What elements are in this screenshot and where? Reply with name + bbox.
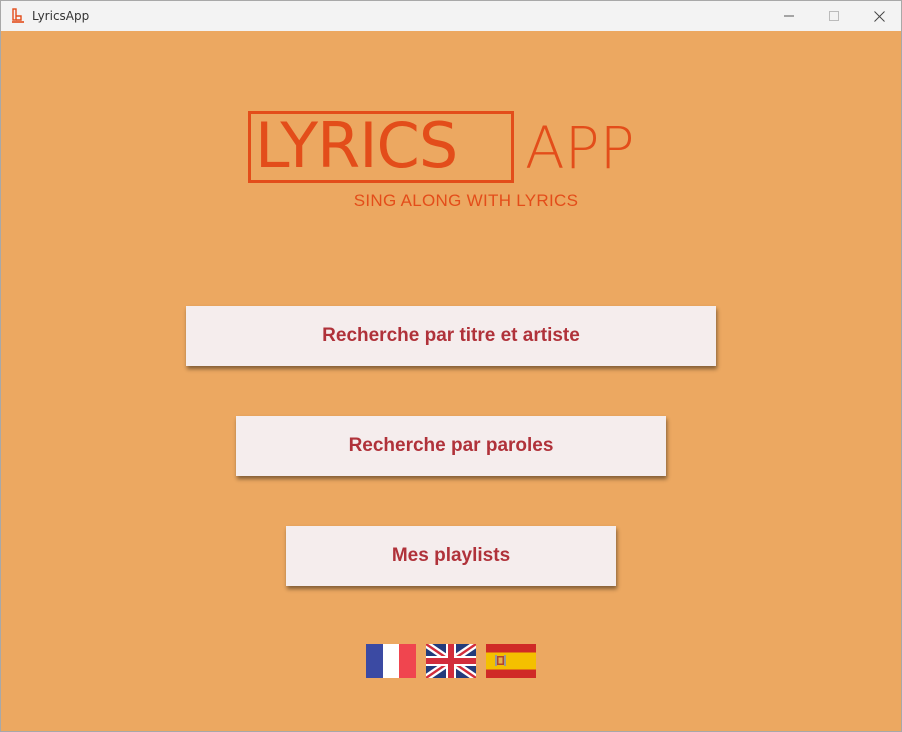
minimize-button[interactable] xyxy=(766,1,812,31)
title-bar[interactable]: LyricsApp xyxy=(1,1,901,31)
logo-text: LYRICS xyxy=(255,109,458,182)
maximize-button[interactable] xyxy=(811,1,857,31)
france-flag-icon[interactable] xyxy=(366,644,416,678)
search-title-artist-button[interactable]: Recherche par titre et artiste xyxy=(186,306,716,366)
maximize-icon xyxy=(829,11,839,21)
app-window: LyricsApp LYRICS APP SING ALONG WITH LYR… xyxy=(0,0,902,732)
main-content: LYRICS APP SING ALONG WITH LYRICS Recher… xyxy=(1,31,901,731)
uk-flag-icon[interactable] xyxy=(426,644,476,678)
search-lyrics-button[interactable]: Recherche par paroles xyxy=(236,416,666,476)
close-button[interactable] xyxy=(856,1,901,31)
my-playlists-button[interactable]: Mes playlists xyxy=(286,526,616,586)
logo-suffix: APP xyxy=(525,114,635,182)
close-icon xyxy=(873,10,885,22)
window-title: LyricsApp xyxy=(32,9,90,23)
logo-tagline: SING ALONG WITH LYRICS xyxy=(353,191,579,210)
spain-flag-icon[interactable] xyxy=(486,644,536,678)
lyrics-app-icon xyxy=(12,8,24,23)
minimize-icon xyxy=(784,15,794,17)
